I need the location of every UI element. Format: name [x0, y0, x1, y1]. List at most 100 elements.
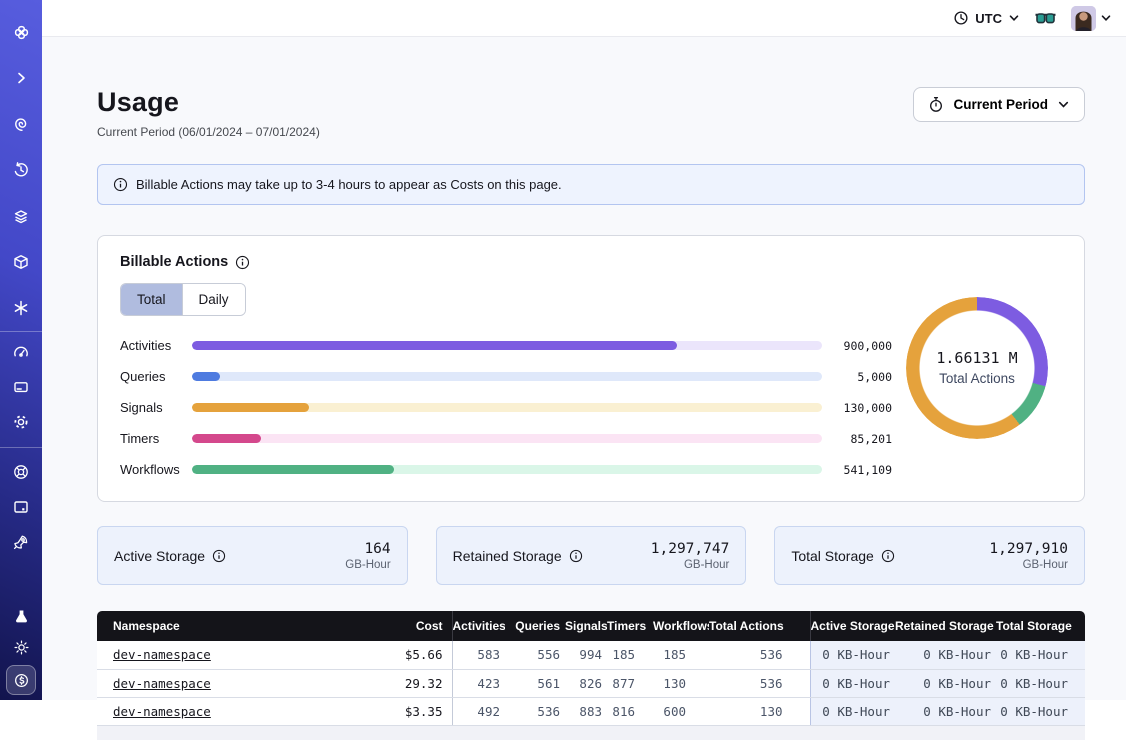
info-icon[interactable]	[212, 549, 226, 563]
info-icon[interactable]	[569, 549, 583, 563]
cell-workflows: 130	[653, 669, 709, 697]
usage-gauge-icon[interactable]	[0, 334, 42, 369]
usage-dollar-icon[interactable]	[6, 665, 36, 695]
bar-fill	[192, 372, 220, 381]
cell-retained-storage: 0 KB-Hour	[895, 697, 996, 725]
nexus-asterisk-icon[interactable]	[0, 285, 42, 331]
cell-total-storage: 0 KB-Hour	[996, 669, 1085, 697]
table-row: dev-namespace$5.665835569941851855360 KB…	[97, 641, 1085, 669]
storage-cards-row: Active Storage164GB-HourRetained Storage…	[97, 526, 1085, 585]
feedback-goggles-icon[interactable]	[1034, 11, 1057, 26]
info-icon[interactable]	[235, 255, 250, 270]
namespace-usage-table: NamespaceCostActivitiesQueriesSignalsTim…	[97, 611, 1085, 740]
bar-value: 85,201	[822, 432, 892, 446]
column-header-active-storage: Active Storage	[810, 611, 895, 641]
cell-workflows: 185	[653, 641, 709, 669]
bar-fill	[192, 341, 677, 350]
storage-card-value: 1,297,747	[651, 541, 730, 557]
cell-queries: 536	[505, 697, 565, 725]
cell-queries: 561	[505, 669, 565, 697]
cell-signals: 883	[565, 697, 607, 725]
namespace-link[interactable]: dev-namespace	[113, 676, 211, 691]
cell-timers: 877	[607, 669, 653, 697]
storage-card-label: Retained Storage	[453, 548, 562, 564]
info-icon	[113, 177, 128, 192]
info-icon[interactable]	[881, 549, 895, 563]
bar-label: Timers	[120, 431, 192, 446]
cell-signals: 994	[565, 641, 607, 669]
column-header-total-actions: Total Actions	[709, 611, 810, 641]
storage-card-unit: GB-Hour	[345, 559, 390, 571]
theme-sun-icon[interactable]	[0, 632, 42, 663]
donut-total-value: 1.66131 M	[936, 349, 1017, 367]
banner-text: Billable Actions may take up to 3-4 hour…	[136, 177, 562, 192]
deployments-cube-icon[interactable]	[0, 239, 42, 285]
cell-retained-storage: 0 KB-Hour	[895, 641, 996, 669]
total-actions-donut-chart: 1.66131 M Total Actions	[906, 297, 1048, 439]
bar-row-workflows: Workflows541,109	[120, 462, 892, 477]
table-body: dev-namespace$5.665835569941851855360 KB…	[97, 641, 1085, 725]
storage-card-value: 1,297,910	[989, 541, 1068, 557]
period-dropdown-label: Current Period	[953, 97, 1048, 112]
bar-row-activities: Activities900,000	[120, 338, 892, 353]
bar-track	[192, 403, 822, 412]
billable-actions-title: Billable Actions	[120, 254, 228, 270]
cell-workflows: 600	[653, 697, 709, 725]
page-subtitle: Current Period (06/01/2024 – 07/01/2024)	[97, 125, 320, 139]
table-row: dev-namespace29.324235618268771305360 KB…	[97, 669, 1085, 697]
cell-active-storage: 0 KB-Hour	[810, 669, 895, 697]
cell-activities: 583	[452, 641, 505, 669]
support-lifebuoy-icon[interactable]	[0, 454, 42, 489]
tab-daily[interactable]: Daily	[182, 284, 245, 315]
cell-activities: 492	[452, 697, 505, 725]
cell-total-storage: 0 KB-Hour	[996, 641, 1085, 669]
sidebar	[0, 0, 42, 700]
user-menu[interactable]	[1071, 6, 1112, 31]
cell-cost: 29.32	[344, 669, 452, 697]
bar-fill	[192, 434, 261, 443]
timezone-picker[interactable]: UTC	[953, 10, 1020, 26]
storage-card-retained-storage: Retained Storage1,297,747GB-Hour	[436, 526, 747, 585]
storage-card-unit: GB-Hour	[989, 559, 1068, 571]
bar-track	[192, 434, 822, 443]
avatar	[1071, 6, 1096, 31]
cell-total-actions: 536	[709, 669, 810, 697]
getting-started-rocket-icon[interactable]	[0, 524, 42, 559]
cell-signals: 826	[565, 669, 607, 697]
temporal-logo-icon[interactable]	[0, 9, 42, 55]
settings-gear-icon[interactable]	[0, 404, 42, 439]
page-title: Usage	[97, 87, 320, 118]
bar-fill	[192, 403, 309, 412]
namespace-link[interactable]: dev-namespace	[113, 704, 211, 719]
billable-bars-chart: Activities900,000Queries5,000Signals130,…	[120, 338, 892, 477]
bar-value: 900,000	[822, 339, 892, 353]
column-header-queries: Queries	[505, 611, 565, 641]
terminal-window-icon[interactable]	[0, 489, 42, 524]
bar-value: 130,000	[822, 401, 892, 415]
bar-track	[192, 372, 822, 381]
cell-total-actions: 130	[709, 697, 810, 725]
billing-card-icon[interactable]	[0, 369, 42, 404]
info-banner: Billable Actions may take up to 3-4 hour…	[97, 164, 1085, 205]
schedules-clock-icon[interactable]	[0, 147, 42, 193]
period-dropdown-button[interactable]: Current Period	[913, 87, 1085, 122]
cell-activities: 423	[452, 669, 505, 697]
namespaces-icon[interactable]	[0, 101, 42, 147]
main-content: Usage Current Period (06/01/2024 – 07/01…	[42, 37, 1126, 700]
billable-actions-card: Billable Actions TotalDaily Activities90…	[97, 235, 1085, 502]
tab-total[interactable]: Total	[121, 284, 182, 315]
expand-sidebar-icon[interactable]	[0, 55, 42, 101]
namespace-link[interactable]: dev-namespace	[113, 647, 211, 662]
labs-flask-icon[interactable]	[0, 601, 42, 632]
cell-total-actions: 536	[709, 641, 810, 669]
column-header-activities: Activities	[452, 611, 505, 641]
cell-active-storage: 0 KB-Hour	[810, 641, 895, 669]
cell-retained-storage: 0 KB-Hour	[895, 669, 996, 697]
storage-card-value: 164	[345, 541, 390, 557]
bar-row-queries: Queries5,000	[120, 369, 892, 384]
bar-row-timers: Timers 85,201	[120, 431, 892, 446]
column-header-total-storage: Total Storage	[996, 611, 1085, 641]
stacks-layers-icon[interactable]	[0, 193, 42, 239]
top-bar: UTC	[42, 0, 1126, 37]
storage-card-label: Total Storage	[791, 548, 874, 564]
